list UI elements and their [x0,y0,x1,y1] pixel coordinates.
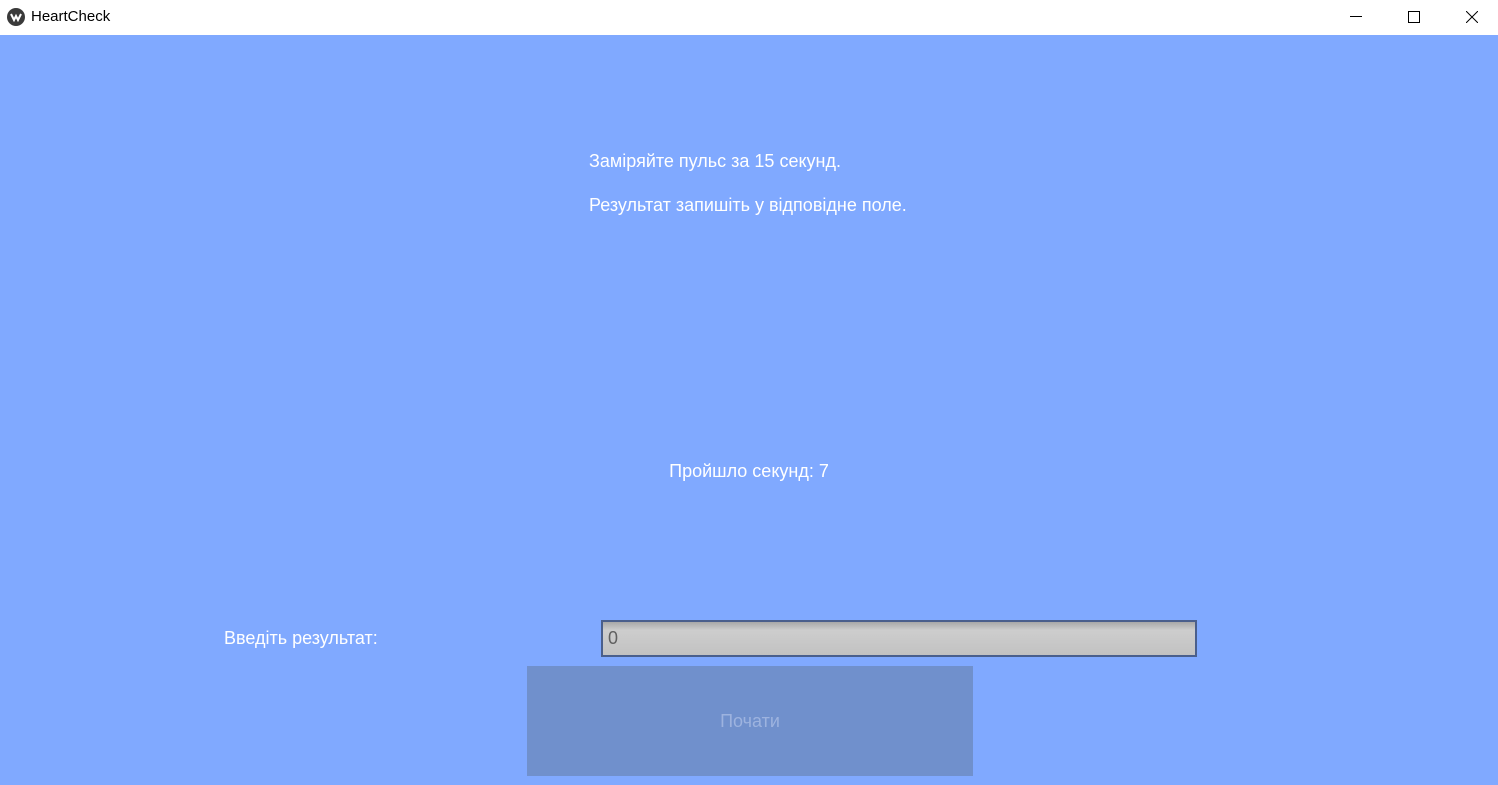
result-label: Введіть результат: [224,628,378,648]
main-panel: Заміряйте пульс за 15 секунд. Результат … [0,35,1498,785]
window-title: HeartCheck [31,8,111,25]
elapsed-seconds-label: Пройшло секунд: 7 [669,461,829,481]
close-icon [1466,11,1478,23]
maximize-icon [1408,11,1420,23]
app-window: HeartCheck Заміряйте пульс за 15 секунд.… [0,0,1498,785]
instruction-text-2: Результат запишіть у відповідне поле. [589,195,907,215]
instruction-text-1: Заміряйте пульс за 15 секунд. [589,151,841,171]
result-input[interactable] [601,620,1197,657]
minimize-button[interactable] [1327,0,1385,34]
minimize-icon [1350,16,1362,17]
title-bar[interactable]: HeartCheck [0,0,1498,34]
maximize-button[interactable] [1385,0,1443,34]
kivy-logo-icon [7,8,25,26]
start-button[interactable]: Почати [527,666,973,776]
close-button[interactable] [1443,0,1498,34]
